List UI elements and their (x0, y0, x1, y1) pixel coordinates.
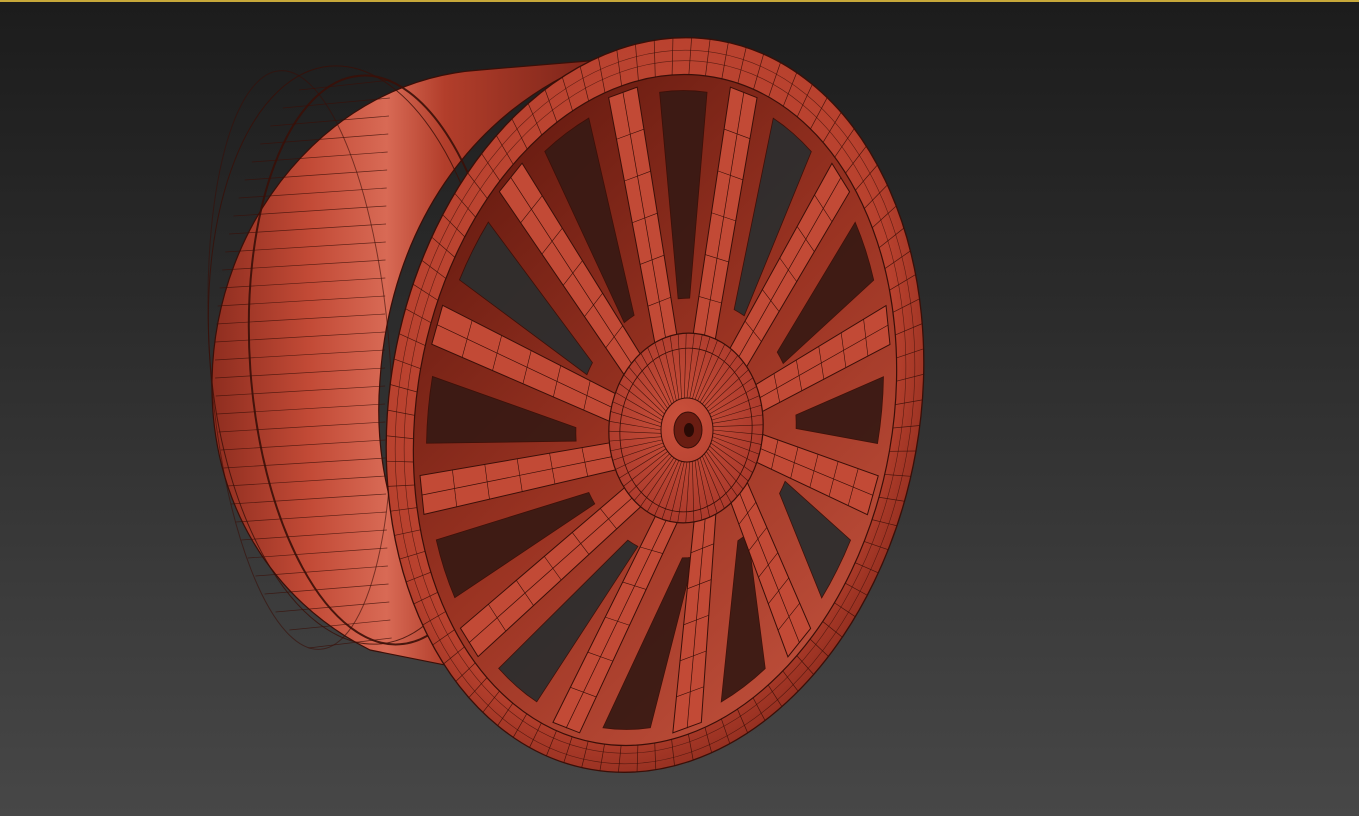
viewport-perspective[interactable] (0, 0, 1359, 816)
wheel-rim-model[interactable] (0, 0, 1359, 816)
